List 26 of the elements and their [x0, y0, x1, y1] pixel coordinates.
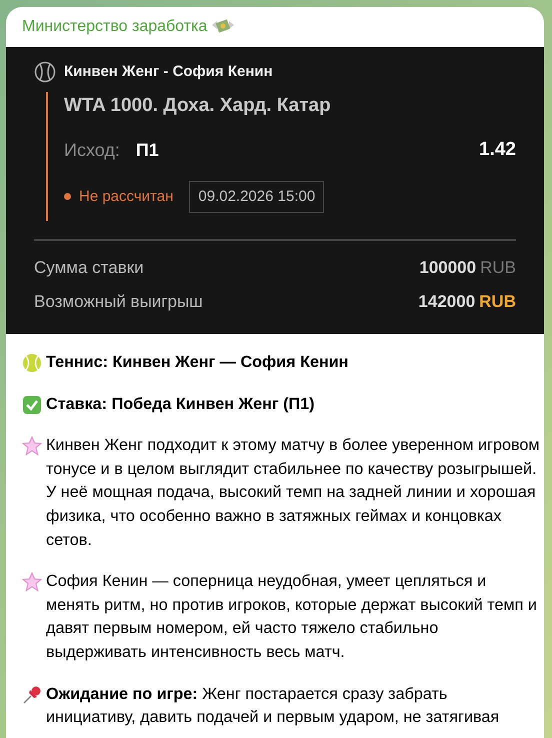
total-label: Сумма ставки	[34, 257, 144, 279]
odds-value: 1.42	[479, 138, 516, 162]
total-amount: 100000	[419, 257, 476, 279]
total-amount: 142000	[418, 290, 476, 312]
message-paragraph: Ставка: Победа Кинвен Женг (П1)	[46, 394, 316, 415]
star-icon	[22, 572, 42, 592]
sender-name[interactable]: Министерство заработка	[22, 15, 208, 39]
message-paragraph: Кинвен Женг подходит к этому матчу в более уверенном игровом тонусе и в целом выглядит стабильнее по качеству розыгрышей. У неё мощная подача, высокий темп на задней линии и хорошая физика, что особенно важно в затяжных геймах и концовках сетов.	[46, 435, 540, 551]
message-paragraph: Теннис: Кинвен Женг — София Кенин	[46, 352, 350, 373]
message-paragraph: Ожидание по игре: Женг постарается сразу забрать инициативу, давить подачей и первым ударом, не затягивая	[46, 684, 500, 728]
date-time: 09.02.2026 15:00	[189, 180, 324, 213]
check-mark-icon	[22, 394, 42, 415]
tennis-ball-icon	[22, 353, 42, 373]
message-paragraph: София Кенин — соперница неудобная, умеет цепляться и менять ритм, но против игроков, которые держат высокий темп и давят первым номером, ей часто тяжело стабильно выдерживать интенсивность весь матч.	[46, 571, 538, 663]
tennis-ball-icon	[34, 61, 56, 84]
total-label: Возможный выигрыш	[34, 290, 203, 312]
currency-label: RUB	[480, 257, 516, 279]
status-text: Не рассчитан	[79, 186, 174, 206]
currency-label: RUB	[479, 290, 516, 312]
match-title: Кинвен Женг - София Кенин	[64, 62, 273, 82]
status-dot	[64, 193, 71, 200]
outcome-value: П1	[136, 138, 159, 162]
tournament-name: WTA 1000. Доха. Хард. Катар	[64, 94, 332, 118]
outcome-label: Исход:	[64, 138, 120, 162]
star-icon	[22, 436, 42, 456]
pushpin-icon	[22, 684, 42, 705]
